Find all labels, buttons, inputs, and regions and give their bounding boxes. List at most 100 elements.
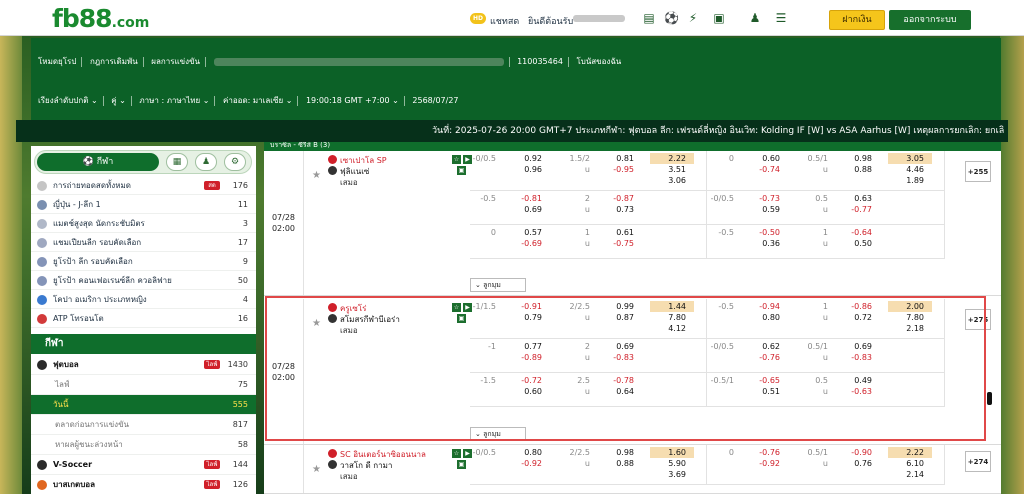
odds-away-win[interactable]: 3.51 (650, 164, 694, 175)
sports-ball-icon[interactable]: ⚽ (664, 11, 679, 25)
odds-cell[interactable]: -0.89 (516, 352, 542, 363)
odds-cell[interactable]: 0.62 (754, 341, 780, 352)
lightning-icon[interactable]: ⚡ (686, 11, 700, 25)
odds-cell[interactable]: -0.74 (754, 164, 780, 175)
bet-list-icon[interactable]: ☰ (774, 11, 788, 25)
corners-expand[interactable]: ⌄ ลูกมุม (470, 278, 526, 292)
odds-cell[interactable]: 0.99 (608, 301, 634, 312)
sidebar-item[interactable]: ยูโรป้า คอนเฟอเรนซ์ลีก ควอลิฟาย 50 (31, 271, 256, 290)
odds-cell[interactable]: 0.72 (846, 312, 872, 323)
statement-icon[interactable]: ▤ (642, 11, 656, 25)
language-select[interactable]: ภาษา : ภาษาไทย (139, 96, 200, 105)
odds-cell[interactable]: 0.73 (608, 204, 634, 215)
odds-draw[interactable]: 1.89 (888, 175, 932, 186)
my-bonus-link[interactable]: โบนัสของฉัน (576, 57, 621, 66)
deposit-button[interactable]: ฝากเงิน (829, 10, 885, 30)
odds-home-win[interactable]: 1.60 (650, 447, 694, 458)
settings-icon[interactable]: ⚙ (224, 153, 246, 171)
odds-away-win[interactable]: 4.46 (888, 164, 932, 175)
odds-cell[interactable]: -0.77 (846, 204, 872, 215)
odds-cell[interactable]: -0.65 (754, 375, 780, 386)
stats-icon[interactable]: ☆ (452, 449, 461, 458)
odds-away-win[interactable]: 6.10 (888, 458, 932, 469)
odds-cell[interactable]: -0.78 (608, 375, 634, 386)
odds-cell[interactable]: -0.92 (516, 458, 542, 469)
odds-cell[interactable]: 0.96 (516, 164, 542, 175)
player-icon[interactable]: ♟ (195, 153, 217, 171)
odds-cell[interactable]: 0.76 (846, 458, 872, 469)
logout-button[interactable]: ออกจากระบบ (889, 10, 971, 30)
odds-cell[interactable]: 0.36 (754, 238, 780, 249)
odds-draw[interactable]: 4.12 (650, 323, 694, 334)
odds-away-win[interactable]: 7.80 (650, 312, 694, 323)
logo[interactable]: fb88.com (52, 4, 149, 33)
odds-home-win[interactable]: 1.44 (650, 301, 694, 312)
odds-cell[interactable]: 0.81 (608, 153, 634, 164)
live-chat-link[interactable]: แชทสด (490, 14, 519, 28)
odds-cell[interactable]: 0.57 (516, 227, 542, 238)
sport-item[interactable]: หาผลผู้ชนะล่วงหน้า 58 (31, 435, 256, 455)
corners-expand[interactable]: ⌄ ลูกมุม (470, 427, 526, 441)
odds-cell[interactable]: -0.94 (754, 301, 780, 312)
live-info-icon[interactable]: ▣ (457, 314, 466, 323)
odds-cell[interactable]: 0.98 (608, 447, 634, 458)
betting-rules-link[interactable]: กฎการเดิมพัน (90, 57, 138, 66)
sidebar-item[interactable]: ญี่ปุ่น - J-ลีก 1 11 (31, 195, 256, 214)
odds-draw[interactable]: 3.69 (650, 469, 694, 480)
more-markets-button[interactable]: +275 (965, 309, 991, 330)
odds-draw[interactable]: 2.18 (888, 323, 932, 334)
odds-cell[interactable]: -0.95 (608, 164, 634, 175)
odds-cell[interactable]: 0.80 (754, 312, 780, 323)
sidebar-item[interactable]: ยูโรป้า ลีก รอบคัดเลือก 9 (31, 252, 256, 271)
odds-cell[interactable]: 0.51 (754, 386, 780, 397)
odds-cell[interactable]: -0.92 (754, 458, 780, 469)
odds-draw[interactable]: 2.14 (888, 469, 932, 480)
odds-draw[interactable]: 3.06 (650, 175, 694, 186)
pair-select[interactable]: คู่ (111, 96, 116, 105)
odds-cell[interactable]: -0.63 (846, 386, 872, 397)
odds-cell[interactable]: -0.87 (608, 193, 634, 204)
odds-cell[interactable]: -0.73 (754, 193, 780, 204)
results-link[interactable]: ผลการแข่งขัน (151, 57, 200, 66)
odds-cell[interactable]: 0.87 (608, 312, 634, 323)
odds-cell[interactable]: -0.86 (846, 301, 872, 312)
odds-cell[interactable]: -0.64 (846, 227, 872, 238)
sport-item[interactable]: V-Soccer ไลฟ์ 144 (31, 455, 256, 475)
sort-select[interactable]: เรียงลำดับปกติ (38, 96, 88, 105)
stats-icon[interactable]: ☆ (452, 303, 461, 312)
odds-cell[interactable]: 0.69 (846, 341, 872, 352)
odds-cell[interactable]: -0.72 (516, 375, 542, 386)
sport-item[interactable]: วันนี้ 555 (31, 395, 256, 415)
sidebar-item[interactable]: โคปา อเมริกา ประเภทหญิง 4 (31, 290, 256, 309)
sport-item[interactable]: ตลาดก่อนการแข่งขัน 817 (31, 415, 256, 435)
odds-home-win[interactable]: 2.22 (650, 153, 694, 164)
more-markets-button[interactable]: +274 (965, 451, 991, 472)
live-info-icon[interactable]: ▣ (457, 460, 466, 469)
odds-away-win[interactable]: 7.80 (888, 312, 932, 323)
more-markets-button[interactable]: +255 (965, 161, 991, 182)
odds-cell[interactable]: 0.60 (516, 386, 542, 397)
odds-away-win[interactable]: 5.90 (650, 458, 694, 469)
odds-cell[interactable]: -0.76 (754, 447, 780, 458)
stats-icon[interactable]: ☆ (452, 155, 461, 164)
odds-home-win[interactable]: 3.05 (888, 153, 932, 164)
odds-cell[interactable]: -0.83 (608, 352, 634, 363)
odds-cell[interactable]: 0.77 (516, 341, 542, 352)
odds-cell[interactable]: 0.88 (608, 458, 634, 469)
sidebar-item[interactable]: แมตช์สูงสุด นัดกระชับมิตร 3 (31, 214, 256, 233)
sport-item[interactable]: บาสเกตบอล ไลฟ์ 126 (31, 475, 256, 494)
live-info-icon[interactable]: ▣ (457, 166, 466, 175)
sidebar-item[interactable]: ATP โทรอนโต 16 (31, 309, 256, 328)
odds-cell[interactable]: 0.69 (516, 204, 542, 215)
euro-mode-link[interactable]: โหมดยุโรป (38, 57, 76, 66)
sport-item[interactable]: ไลฟ์ 75 (31, 375, 256, 395)
odds-cell[interactable]: 0.98 (846, 153, 872, 164)
odds-cell[interactable]: 0.61 (608, 227, 634, 238)
odds-cell[interactable]: 0.60 (754, 153, 780, 164)
odds-cell[interactable]: 0.88 (846, 164, 872, 175)
favorite-star-icon[interactable]: ★ (312, 464, 321, 475)
sport-item[interactable]: ฟุตบอล ไลฟ์ 1430 (31, 355, 256, 375)
odds-cell[interactable]: 0.64 (608, 386, 634, 397)
odds-cell[interactable]: -0.50 (754, 227, 780, 238)
odds-cell[interactable]: 0.49 (846, 375, 872, 386)
